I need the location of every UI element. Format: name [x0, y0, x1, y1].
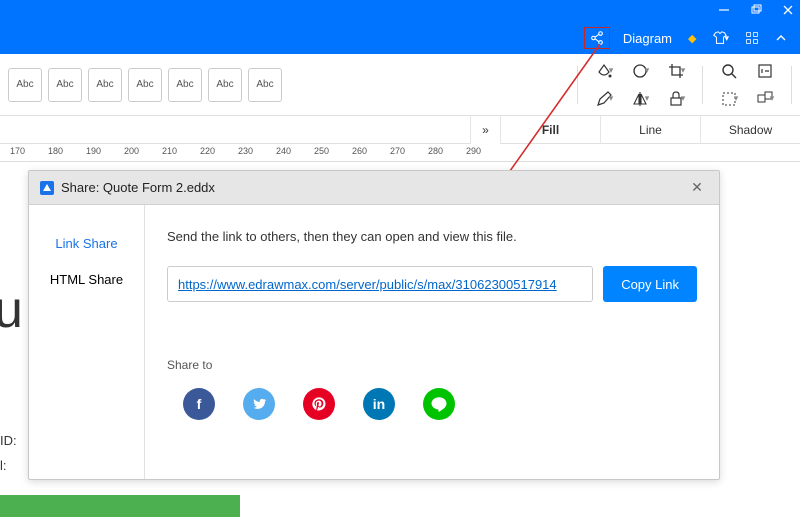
dialog-sidebar: Link Share HTML Share — [29, 205, 145, 479]
dialog-title: Share: Quote Form 2.eddx — [61, 180, 679, 195]
title-bar: Diagram ◆ ▾ — [0, 0, 800, 54]
style-preset[interactable]: Abc — [8, 68, 42, 102]
tab-fill[interactable]: Fill — [500, 116, 600, 144]
ruler-tick: 270 — [390, 146, 405, 156]
close-button[interactable] — [782, 4, 794, 19]
style-preset[interactable]: Abc — [168, 68, 202, 102]
app-icon — [39, 180, 55, 196]
minimize-button[interactable] — [718, 4, 730, 19]
tab-shadow[interactable]: Shadow — [700, 116, 800, 144]
facebook-icon[interactable]: f — [183, 388, 215, 420]
group-icon[interactable]: ▾ — [755, 89, 775, 109]
collapse-icon[interactable] — [772, 29, 790, 47]
tab-html-share[interactable]: HTML Share — [29, 261, 144, 297]
lock-icon[interactable]: ▾ — [666, 89, 686, 109]
crop-icon[interactable]: ▾ — [666, 61, 686, 81]
ruler-tick: 230 — [238, 146, 253, 156]
dialog-content: Send the link to others, then they can o… — [145, 205, 719, 479]
diagram-label[interactable]: Diagram — [620, 28, 675, 49]
property-tabs: » Fill Line Shadow — [0, 116, 800, 144]
dialog-close-button[interactable]: ✕ — [685, 176, 709, 200]
ruler-tick: 170 — [10, 146, 25, 156]
send-icon[interactable] — [568, 35, 574, 41]
share-icon[interactable] — [584, 27, 610, 49]
pinterest-icon[interactable] — [303, 388, 335, 420]
ruler-tick: 220 — [200, 146, 215, 156]
ruler-tick: 280 — [428, 146, 443, 156]
ruler-tick: 210 — [162, 146, 177, 156]
tab-line[interactable]: Line — [600, 116, 700, 144]
pencil-icon[interactable]: ▾ — [594, 89, 614, 109]
flip-icon[interactable]: ▾ — [630, 89, 650, 109]
ruler-tick: 250 — [314, 146, 329, 156]
style-preset[interactable]: Abc — [48, 68, 82, 102]
twitter-icon[interactable] — [243, 388, 275, 420]
ruler-tick: 190 — [86, 146, 101, 156]
share-dialog: Share: Quote Form 2.eddx ✕ Link Share HT… — [28, 170, 720, 480]
ruler-tick: 240 — [276, 146, 291, 156]
search-icon[interactable] — [719, 61, 739, 81]
fill-icon[interactable]: ▾ — [594, 61, 614, 81]
select-icon[interactable]: ▾ — [719, 89, 739, 109]
share-to-label: Share to — [167, 358, 697, 372]
restore-button[interactable] — [750, 4, 762, 19]
tab-link-share[interactable]: Link Share — [29, 225, 144, 261]
format-toolbar: Abc Abc Abc Abc Abc Abc Abc ▾ ▾ ▾ ▾ ▾ ▾ — [0, 54, 800, 116]
share-link-input[interactable] — [167, 266, 593, 302]
style-preset[interactable]: Abc — [88, 68, 122, 102]
style-preset[interactable]: Abc — [208, 68, 242, 102]
ruler-tick: 180 — [48, 146, 63, 156]
page-title-fragment: u — [0, 280, 23, 340]
share-instruction: Send the link to others, then they can o… — [167, 229, 697, 244]
style-preset[interactable]: Abc — [128, 68, 162, 102]
tshirt-icon[interactable]: ▾ — [709, 27, 732, 49]
line-icon[interactable] — [423, 388, 455, 420]
task-icon[interactable] — [755, 61, 775, 81]
apps-icon[interactable] — [742, 28, 762, 48]
label-il: l: — [0, 458, 7, 473]
tab-expand[interactable]: » — [470, 116, 500, 144]
dialog-titlebar: Share: Quote Form 2.eddx ✕ — [29, 171, 719, 205]
label-id: ID: — [0, 433, 17, 448]
linkedin-icon[interactable]: in — [363, 388, 395, 420]
diamond-icon[interactable]: ◆ — [685, 29, 699, 48]
ruler-tick: 200 — [124, 146, 139, 156]
green-button-fragment — [0, 495, 240, 517]
style-preset[interactable]: Abc — [248, 68, 282, 102]
ruler-tick: 290 — [466, 146, 481, 156]
copy-link-button[interactable]: Copy Link — [603, 266, 697, 302]
horizontal-ruler: 170 180 190 200 210 220 230 240 250 260 270 280 290 — [0, 144, 800, 162]
shape-icon[interactable]: ▾ — [630, 61, 650, 81]
ruler-tick: 260 — [352, 146, 367, 156]
